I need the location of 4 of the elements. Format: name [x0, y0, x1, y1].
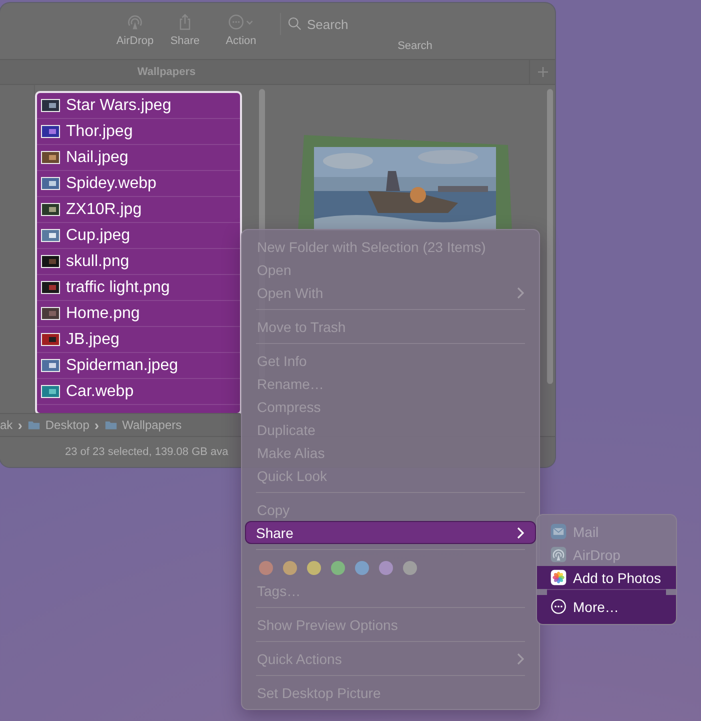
search-label: Search	[398, 40, 432, 52]
status-text: 23 of 23 selected, 139.08 GB ava	[65, 446, 228, 458]
path-separator: ›	[94, 417, 100, 433]
path-separator: ›	[18, 417, 22, 433]
